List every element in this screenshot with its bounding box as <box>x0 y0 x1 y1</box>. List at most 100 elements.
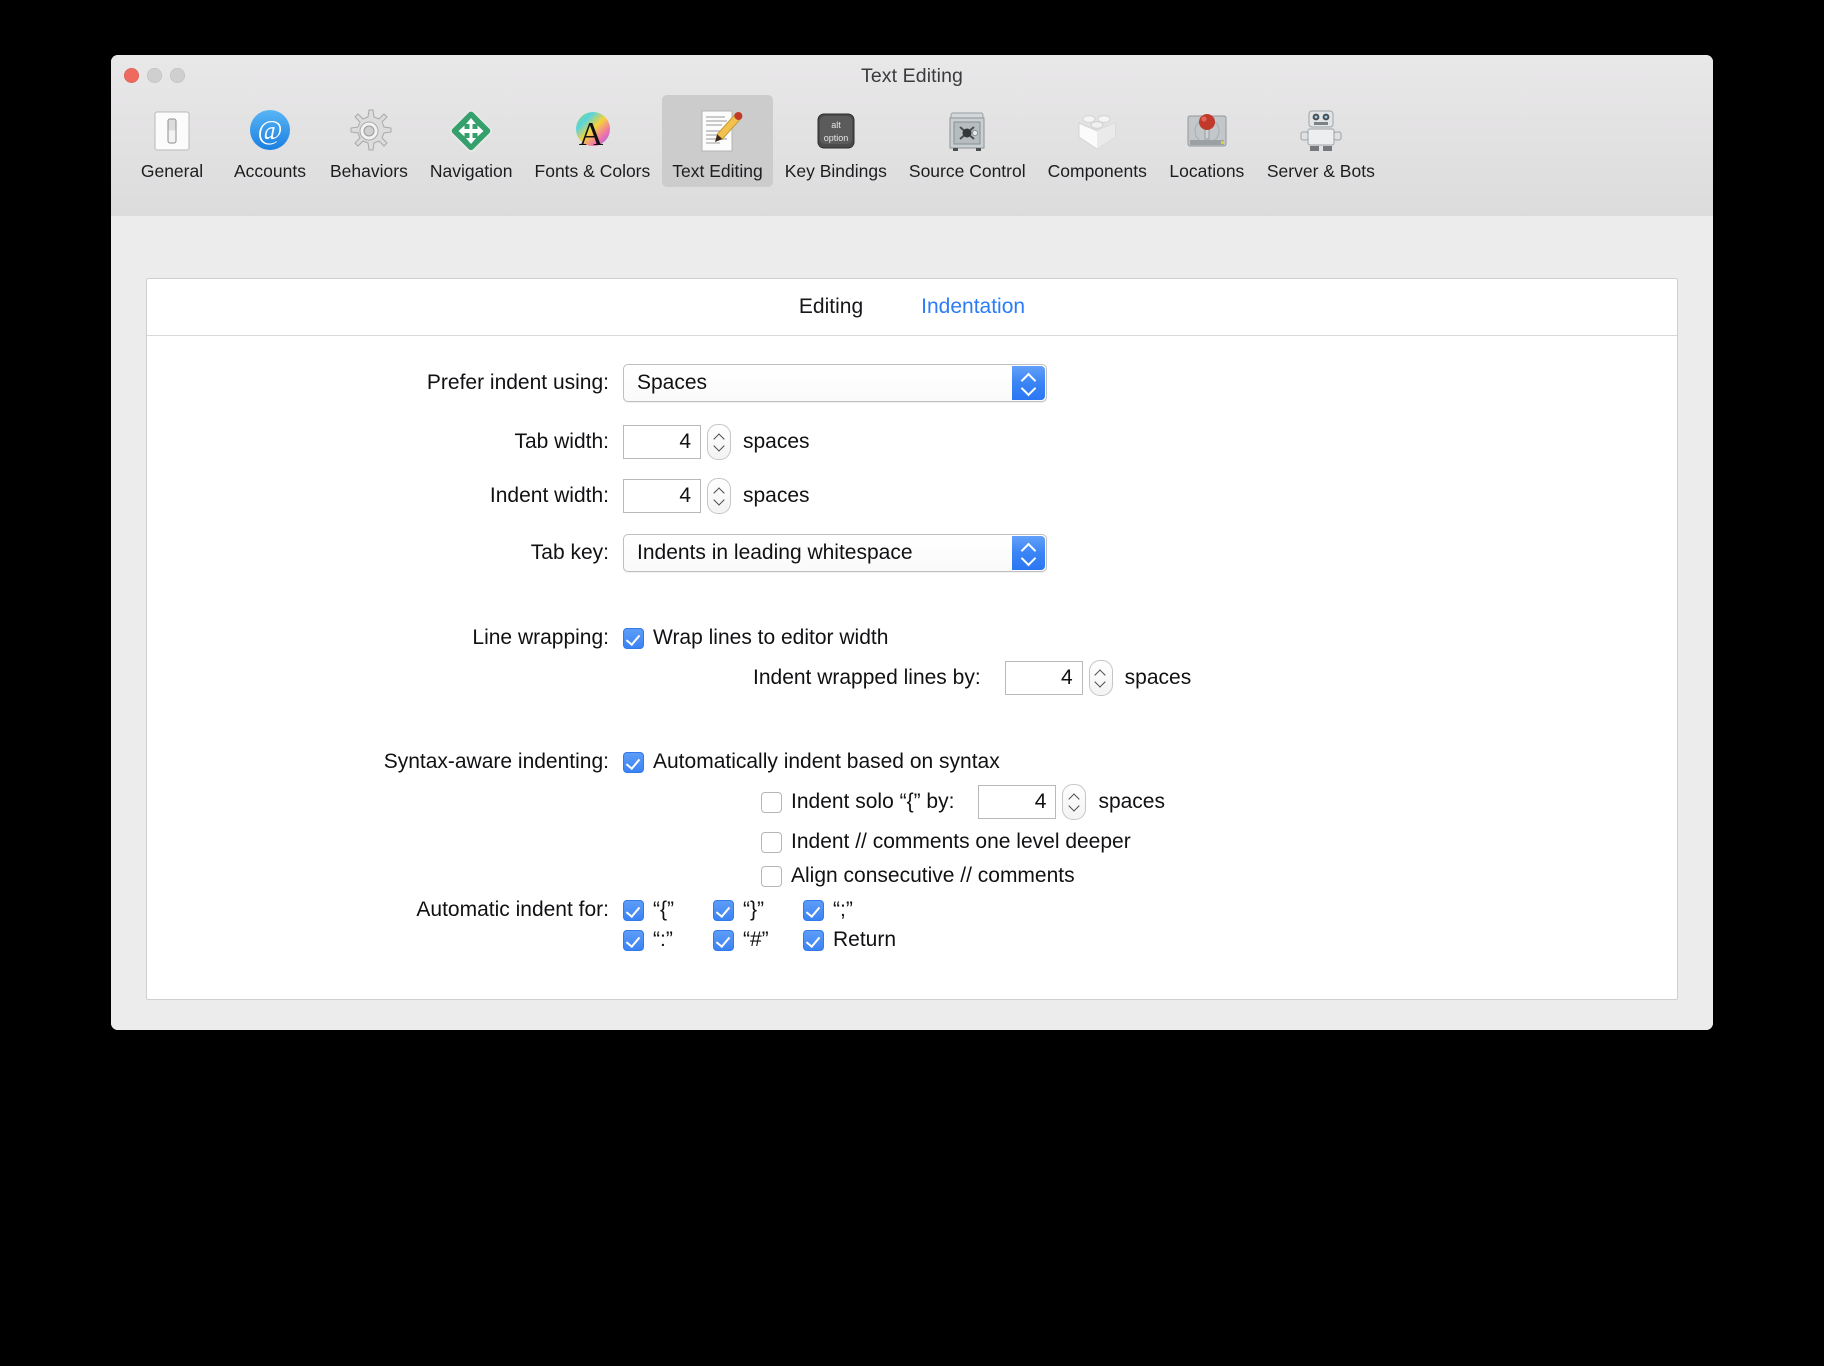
tab-key-label: Tab key: <box>530 541 609 564</box>
auto-indent-cell: “:” <box>623 928 713 952</box>
toolbar-item-navigation[interactable]: Navigation <box>420 95 523 187</box>
svg-text:alt: alt <box>831 120 841 130</box>
indent-width-input[interactable]: 4 <box>623 479 701 513</box>
wrap-lines-checkbox[interactable] <box>623 627 644 649</box>
auto-indent-close-brace-checkbox[interactable] <box>713 899 734 921</box>
toolbar-item-source-control[interactable]: Source Control <box>899 95 1036 187</box>
row-automatic-indent-2: “:” “#” Return <box>147 928 1677 952</box>
preferences-toolbar: General @ Accounts Behaviors Navigation … <box>111 95 1713 216</box>
automatic-indent-label: Automatic indent for: <box>416 898 609 921</box>
tab-indentation[interactable]: Indentation <box>921 295 1025 319</box>
arrows-diamond-icon <box>445 105 497 157</box>
align-comments-label: Align consecutive // comments <box>791 864 1075 887</box>
document-pencil-icon <box>692 105 744 157</box>
auto-indent-colon-checkbox[interactable] <box>623 929 644 951</box>
alt-option-key-icon: alt option <box>810 105 862 157</box>
auto-indent-label: Automatically indent based on syntax <box>653 750 1000 773</box>
auto-indent-return-checkbox[interactable] <box>803 929 824 951</box>
auto-indent-open-brace-checkbox[interactable] <box>623 899 644 921</box>
indent-wrapped-input[interactable]: 4 <box>1004 661 1083 695</box>
auto-indent-checkbox[interactable] <box>623 751 644 773</box>
toolbar-item-general[interactable]: General <box>124 95 220 187</box>
toolbar-item-components[interactable]: Components <box>1038 95 1157 187</box>
toolbar-label: Components <box>1047 161 1147 181</box>
row-prefer-indent: Prefer indent using: Spaces <box>147 364 1677 402</box>
font-color-a-icon: A <box>566 105 618 157</box>
window-chrome: Text Editing General @ Accounts Behavior… <box>111 55 1713 217</box>
indent-solo-stepper[interactable] <box>1062 784 1087 820</box>
auto-indent-cell: “;” <box>803 898 893 922</box>
automatic-indent-row2: “:” “#” Return <box>623 928 897 952</box>
prefer-indent-label: Prefer indent using: <box>426 371 609 394</box>
auto-indent-cell: “}” <box>713 898 803 922</box>
row-line-wrapping: Line wrapping: Wrap lines to editor widt… <box>147 626 1677 650</box>
row-indent-solo: Indent solo “{” by: 4 spaces <box>761 784 1677 820</box>
indent-wrapped-stepper[interactable] <box>1088 660 1113 696</box>
prefer-indent-select[interactable]: Spaces <box>623 364 1047 402</box>
tab-width-unit: spaces <box>743 430 810 453</box>
auto-indent-hash-checkbox[interactable] <box>713 929 734 951</box>
indent-solo-label: Indent solo “{” by: <box>791 790 955 813</box>
auto-indent-semicolon-label: “;” <box>833 898 853 921</box>
svg-text:option: option <box>824 133 849 143</box>
row-syntax-aware: Syntax-aware indenting: Automatically in… <box>147 750 1677 774</box>
automatic-indent-row1: “{” “}” “;” <box>623 898 893 922</box>
auto-indent-open-brace-label: “{” <box>653 898 674 921</box>
toolbar-item-text-editing[interactable]: Text Editing <box>662 95 773 188</box>
chevron-updown-icon[interactable] <box>1012 536 1045 570</box>
indent-width-label: Indent width: <box>489 484 609 507</box>
indentation-panel: Editing Indentation Prefer indent using:… <box>146 278 1678 1000</box>
toolbar-item-locations[interactable]: Locations <box>1159 95 1255 187</box>
row-automatic-indent: Automatic indent for: “{” “}” “;” <box>147 898 1677 922</box>
row-indent-wrapped: Indent wrapped lines by: 4 spaces <box>753 660 1677 696</box>
toolbar-label: General <box>140 161 204 181</box>
tab-editing[interactable]: Editing <box>799 295 863 319</box>
indent-comments-checkbox[interactable] <box>761 831 782 853</box>
toolbar-label: Accounts <box>234 161 306 181</box>
row-align-comments: Align consecutive // comments <box>761 864 1677 888</box>
indent-solo-input[interactable]: 4 <box>978 785 1057 819</box>
toolbar-label: Behaviors <box>330 161 408 181</box>
row-indent-comments: Indent // comments one level deeper <box>761 830 1677 854</box>
indent-comments-label: Indent // comments one level deeper <box>791 830 1131 853</box>
auto-indent-cell: “#” <box>713 928 803 952</box>
hard-drive-pin-icon <box>1181 105 1233 157</box>
auto-indent-colon-label: “:” <box>653 928 673 951</box>
tab-key-select[interactable]: Indents in leading whitespace <box>623 534 1047 572</box>
toolbar-item-server-bots[interactable]: Server & Bots <box>1257 95 1385 187</box>
row-indent-width: Indent width: 4 spaces <box>147 478 1677 514</box>
tab-width-input[interactable]: 4 <box>623 425 701 459</box>
indentation-form: Prefer indent using: Spaces Tab width: 4 <box>147 336 1677 952</box>
toolbar-label: Server & Bots <box>1266 161 1375 181</box>
indent-solo-unit: spaces <box>1098 790 1165 813</box>
chevron-updown-icon[interactable] <box>1012 366 1045 400</box>
toolbar-label: Source Control <box>908 161 1026 181</box>
svg-text:A: A <box>579 116 604 153</box>
prefer-indent-value: Spaces <box>637 371 708 394</box>
toolbar-label: Text Editing <box>672 161 763 181</box>
indent-solo-checkbox[interactable] <box>761 791 782 813</box>
row-tab-width: Tab width: 4 spaces <box>147 424 1677 460</box>
toolbar-label: Navigation <box>429 161 513 181</box>
safe-vault-icon <box>941 105 993 157</box>
indent-width-unit: spaces <box>743 484 810 507</box>
preferences-window: Text Editing General @ Accounts Behavior… <box>111 55 1713 1030</box>
screen: Text Editing General @ Accounts Behavior… <box>0 0 1824 1366</box>
at-sign-icon: @ <box>244 105 296 157</box>
preferences-body: Editing Indentation Prefer indent using:… <box>111 216 1713 1030</box>
align-comments-checkbox[interactable] <box>761 865 782 887</box>
lego-block-icon <box>1071 105 1123 157</box>
auto-indent-semicolon-checkbox[interactable] <box>803 899 824 921</box>
toolbar-item-fonts-colors[interactable]: A Fonts & Colors <box>525 95 661 187</box>
auto-indent-return-label: Return <box>833 928 897 951</box>
tab-width-stepper[interactable] <box>707 424 731 460</box>
toolbar-label: Key Bindings <box>784 161 887 181</box>
toolbar-item-accounts[interactable]: @ Accounts <box>222 95 318 187</box>
toolbar-item-key-bindings[interactable]: alt option Key Bindings <box>775 95 897 187</box>
general-switch-icon <box>146 105 198 157</box>
indent-width-stepper[interactable] <box>707 478 731 514</box>
svg-text:@: @ <box>258 115 283 145</box>
tab-key-value: Indents in leading whitespace <box>637 541 913 564</box>
wrap-lines-label: Wrap lines to editor width <box>653 626 889 649</box>
toolbar-item-behaviors[interactable]: Behaviors <box>320 95 418 187</box>
